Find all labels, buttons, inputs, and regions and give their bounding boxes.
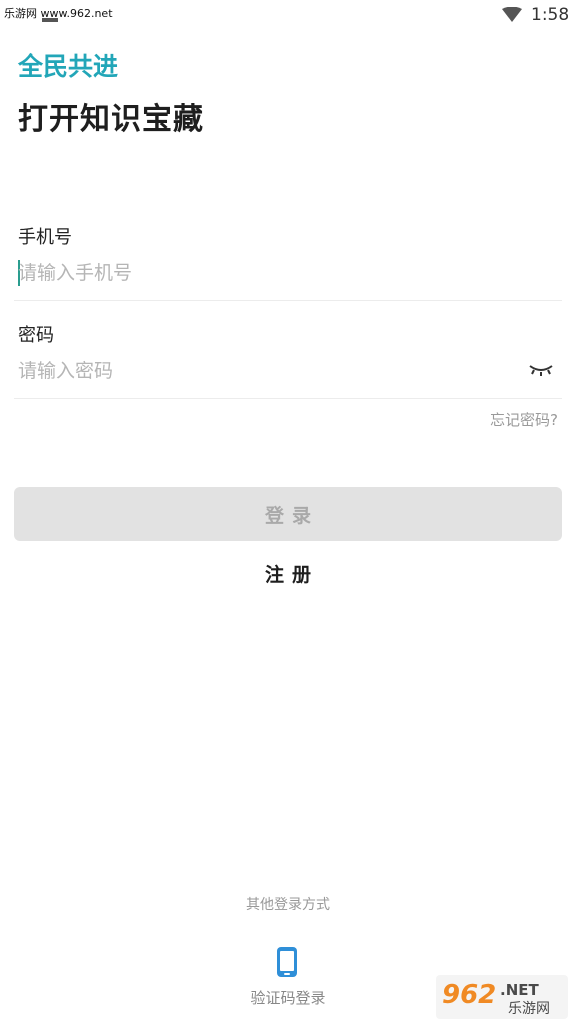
phone-label: 手机号 [18, 227, 72, 248]
sms-login-label: 验证码登录 [250, 989, 326, 1007]
watermark-tagline: 乐游网 [508, 1001, 550, 1017]
notification-icon [42, 18, 58, 22]
password-input[interactable] [18, 356, 508, 386]
forgot-password-link[interactable]: 忘记密码? [490, 410, 558, 430]
brand-logo: 全民共进 [18, 52, 119, 81]
divider [14, 398, 562, 399]
watermark-suffix: .NET [500, 981, 539, 999]
status-bar: 乐游网 www.962.net 1:58 [0, 0, 576, 30]
watermark-number: 962 [442, 980, 496, 1010]
status-time: 1:58 [531, 5, 570, 25]
password-label: 密码 [18, 325, 54, 346]
sms-login-button[interactable]: 验证码登录 [238, 944, 338, 1010]
watermark-logo: 962 .NET 乐游网 [436, 975, 568, 1019]
watermark-text: 乐游网 www.962.net [0, 6, 117, 22]
eye-closed-icon[interactable] [528, 362, 554, 378]
divider [14, 300, 562, 301]
phone-icon [277, 947, 297, 977]
page-title: 打开知识宝藏 [18, 102, 204, 137]
other-login-title: 其他登录方式 [246, 897, 330, 913]
register-button[interactable]: 注册 [188, 556, 388, 590]
phone-input[interactable] [18, 258, 518, 288]
wifi-icon [502, 7, 522, 22]
login-button[interactable]: 登录 [14, 487, 562, 541]
